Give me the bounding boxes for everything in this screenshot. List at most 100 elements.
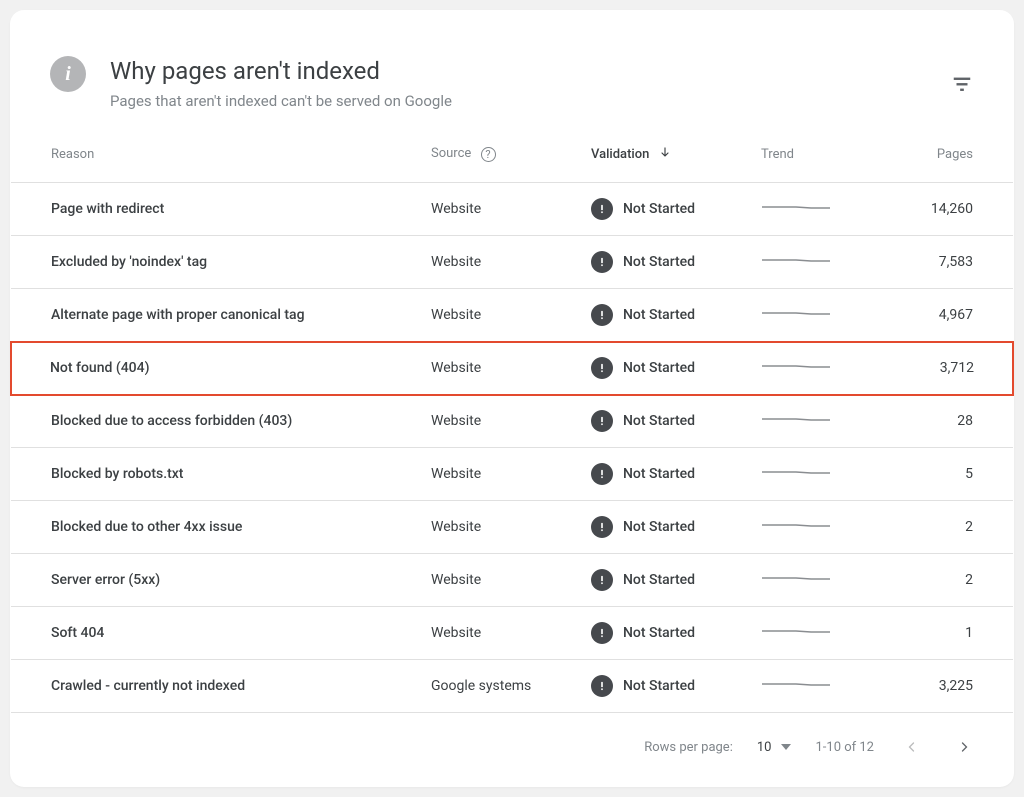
reason-cell: Blocked due to access forbidden (403) xyxy=(11,395,431,448)
source-cell: Website xyxy=(431,607,591,660)
chevron-right-icon xyxy=(958,741,970,753)
table-footer: Rows per page: 10 1-10 of 12 xyxy=(10,713,1014,761)
pages-cell: 3,225 xyxy=(881,660,1013,713)
exclamation-icon xyxy=(591,251,613,273)
reason-cell: Not found (404) xyxy=(11,342,431,395)
validation-cell: Not Started xyxy=(591,289,761,342)
trend-cell xyxy=(761,183,881,236)
sparkline-icon xyxy=(761,677,831,691)
validation-cell: Not Started xyxy=(591,183,761,236)
pages-cell: 4,967 xyxy=(881,289,1013,342)
source-cell: Website xyxy=(431,183,591,236)
validation-text: Not Started xyxy=(623,572,695,588)
prev-page-button[interactable] xyxy=(898,733,926,761)
validation-cell: Not Started xyxy=(591,236,761,289)
filter-icon xyxy=(951,73,973,95)
sparkline-icon xyxy=(761,518,831,532)
pages-cell: 28 xyxy=(881,395,1013,448)
table-row[interactable]: Server error (5xx)WebsiteNot Started2 xyxy=(11,554,1013,607)
validation-text: Not Started xyxy=(623,519,695,535)
dropdown-icon xyxy=(781,744,791,750)
sparkline-icon xyxy=(761,359,831,373)
source-cell: Website xyxy=(431,236,591,289)
table-row[interactable]: Excluded by 'noindex' tagWebsite Not Star… xyxy=(11,236,1013,289)
table-row[interactable]: Alternate page with proper canonical tag… xyxy=(11,289,1013,342)
pages-cell: 3,712 xyxy=(881,342,1013,395)
table-row[interactable]: Crawled - currently not indexedGoogle sy… xyxy=(11,660,1013,713)
validation-cell: Not Started xyxy=(591,395,761,448)
validation-text: Not Started xyxy=(623,360,695,376)
col-header-source[interactable]: Source ? xyxy=(431,146,591,183)
chevron-left-icon xyxy=(906,741,918,753)
table-row[interactable]: Not found (404)WebsiteNot Started3,712 xyxy=(11,342,1013,395)
reason-cell: Alternate page with proper canonical tag xyxy=(11,289,431,342)
rows-per-page-value: 10 xyxy=(757,740,772,755)
sort-descending-icon xyxy=(659,146,671,158)
reason-cell: Crawled - currently not indexed xyxy=(11,660,431,713)
trend-cell xyxy=(761,395,881,448)
pages-cell: 7,583 xyxy=(881,236,1013,289)
sparkline-icon xyxy=(761,624,831,638)
trend-cell xyxy=(761,554,881,607)
filter-button[interactable] xyxy=(944,66,980,102)
validation-cell: Not Started xyxy=(591,342,761,395)
validation-cell: Not Started xyxy=(591,501,761,554)
trend-cell xyxy=(761,660,881,713)
table-row[interactable]: Blocked by robots.txtWebsiteNot Started5 xyxy=(11,448,1013,501)
exclamation-icon xyxy=(591,304,613,326)
pages-cell: 2 xyxy=(881,501,1013,554)
reason-cell: Blocked due to other 4xx issue xyxy=(11,501,431,554)
title-block: Why pages aren't indexed Pages that aren… xyxy=(110,56,452,110)
exclamation-icon xyxy=(591,463,613,485)
rows-per-page-label: Rows per page: xyxy=(644,740,733,755)
sparkline-icon xyxy=(761,412,831,426)
table-row[interactable]: Blocked due to access forbidden (403)Web… xyxy=(11,395,1013,448)
table-row[interactable]: Page with redirectWebsiteNot Started 14,2… xyxy=(11,183,1013,236)
validation-text: Not Started xyxy=(623,413,695,429)
validation-text: Not Started xyxy=(623,307,695,323)
exclamation-icon xyxy=(591,569,613,591)
sparkline-icon xyxy=(761,465,831,479)
validation-text: Not Started xyxy=(623,466,695,482)
source-cell: Website xyxy=(431,289,591,342)
sparkline-icon xyxy=(761,306,831,320)
exclamation-icon xyxy=(591,516,613,538)
col-header-reason[interactable]: Reason xyxy=(11,146,431,183)
validation-text: Not Started xyxy=(623,254,695,270)
exclamation-icon xyxy=(591,357,613,379)
indexing-reasons-card: i Why pages aren't indexed Pages that ar… xyxy=(10,10,1014,787)
validation-text: Not Started xyxy=(623,625,695,641)
exclamation-icon xyxy=(591,410,613,432)
validation-text: Not Started xyxy=(623,678,695,694)
table-row[interactable]: Soft 404WebsiteNot Started1 xyxy=(11,607,1013,660)
trend-cell xyxy=(761,607,881,660)
pages-cell: 14,260 xyxy=(881,183,1013,236)
sparkline-icon xyxy=(761,200,831,214)
pages-cell: 2 xyxy=(881,554,1013,607)
trend-cell xyxy=(761,501,881,554)
table-row[interactable]: Blocked due to other 4xx issueWebsite Not… xyxy=(11,501,1013,554)
source-cell: Google systems xyxy=(431,660,591,713)
exclamation-icon xyxy=(591,675,613,697)
sparkline-icon xyxy=(761,253,831,267)
sparkline-icon xyxy=(761,571,831,585)
col-header-pages[interactable]: Pages xyxy=(881,146,1013,183)
help-icon[interactable]: ? xyxy=(481,147,496,162)
pages-cell: 5 xyxy=(881,448,1013,501)
validation-cell: Not Started xyxy=(591,448,761,501)
col-header-validation-label: Validation xyxy=(591,147,649,162)
rows-per-page-select[interactable]: 10 xyxy=(757,740,792,755)
pagination-range: 1-10 of 12 xyxy=(815,740,874,755)
col-header-trend: Trend xyxy=(761,146,881,183)
card-title: Why pages aren't indexed xyxy=(110,56,452,86)
validation-cell: Not Started xyxy=(591,607,761,660)
source-cell: Website xyxy=(431,501,591,554)
next-page-button[interactable] xyxy=(950,733,978,761)
pages-cell: 1 xyxy=(881,607,1013,660)
reason-cell: Excluded by 'noindex' tag xyxy=(11,236,431,289)
source-cell: Website xyxy=(431,554,591,607)
col-header-source-label: Source xyxy=(431,146,471,161)
col-header-validation[interactable]: Validation xyxy=(591,146,761,183)
reason-cell: Page with redirect xyxy=(11,183,431,236)
card-subtitle: Pages that aren't indexed can't be serve… xyxy=(110,92,452,110)
